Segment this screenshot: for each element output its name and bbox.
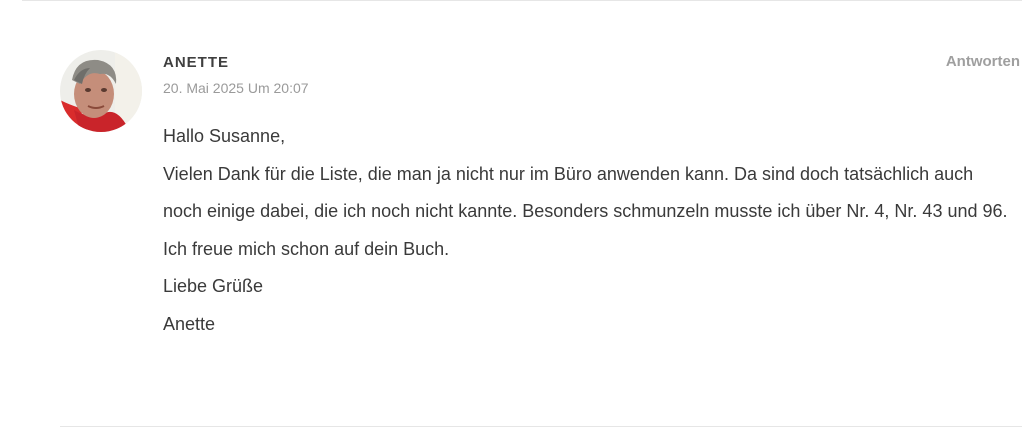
comment-body: Hallo Susanne, Vielen Dank für die Liste… [163,118,1013,343]
comment-paragraph: Hallo Susanne, [163,126,286,146]
comment-date: 20. Mai 2025 Um 20:07 [163,80,309,96]
user-photo-avatar-icon [60,50,142,132]
comment-paragraph: Anette [163,313,216,334]
avatar [60,50,142,132]
comment-paragraph: Liebe Grüße [163,276,264,296]
comment-paragraph: Vielen Dank für die Liste, die man ja ni… [163,163,1008,259]
bottom-divider [60,426,1022,427]
top-divider [22,0,1022,1]
comment-author: ANETTE [163,54,229,71]
reply-button[interactable]: Antworten [946,53,1020,70]
